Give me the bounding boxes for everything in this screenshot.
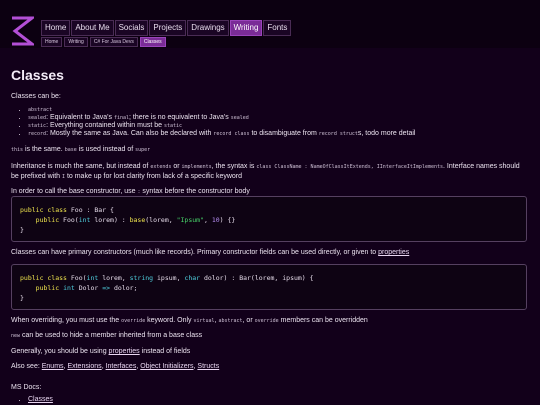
this-base-paragraph: this is the same. base is used instead o… <box>11 146 151 153</box>
list-item: abstract <box>28 106 529 114</box>
also-see-link[interactable]: Structs <box>197 363 219 370</box>
ms-docs-link[interactable]: Classes <box>28 396 53 403</box>
site-logo-icon[interactable] <box>10 16 34 46</box>
also-see-link[interactable]: Interfaces <box>106 363 137 370</box>
inheritance-paragraph: Inheritance is much the same, but instea… <box>11 163 520 180</box>
main-content-2: Classes can have primary constructors (m… <box>11 248 529 257</box>
code-line: } <box>20 226 24 234</box>
nav-item-fonts[interactable]: Fonts <box>263 20 292 36</box>
primary-constructor-paragraph: Classes can have primary constructors (m… <box>11 249 410 256</box>
nav-item-socials[interactable]: Socials <box>114 20 149 36</box>
breadcrumb-item[interactable]: Classes <box>139 37 166 47</box>
nav-item-home[interactable]: Home <box>41 20 71 36</box>
breadcrumb-item[interactable]: Home <box>41 37 63 47</box>
code-line: public class Foo(int lorem, string ipsum… <box>20 274 314 282</box>
code-line: public class Foo : Bar { <box>20 206 114 214</box>
ms-docs-label: MS Docs: <box>11 384 42 391</box>
code-line: } <box>20 294 24 302</box>
intro-text: Classes can be: <box>11 93 61 100</box>
ms-docs-list: Classes <box>11 396 529 404</box>
list-item: Classes <box>28 396 529 404</box>
also-see-label: Also see: <box>11 363 42 370</box>
nav-item-about-me[interactable]: About Me <box>71 20 114 36</box>
also-see-paragraph: Also see: Enums, Extensions, Interfaces,… <box>11 362 529 371</box>
main-content: Classes Classes can be: abstract sealed:… <box>11 66 529 197</box>
code-line: public Foo(int lorem) : base(lorem, "Ips… <box>35 216 236 224</box>
override-paragraph: When overriding, you must use the overri… <box>11 317 368 324</box>
list-item: static: Everything contained within must… <box>28 122 529 130</box>
also-see-link[interactable]: Object Initializers <box>140 363 193 370</box>
breadcrumb: Home Writing C# For Java Devs Classes <box>41 37 168 47</box>
list-item: record: Mostly the same as Java. Can als… <box>28 130 529 138</box>
also-see-link[interactable]: Extensions <box>67 363 101 370</box>
nav-item-writing[interactable]: Writing <box>229 20 263 36</box>
properties-paragraph: Generally, you should be using propertie… <box>11 348 191 355</box>
nav-item-drawings[interactable]: Drawings <box>187 20 229 36</box>
code-block-primary-constructor[interactable]: public class Foo(int lorem, string ipsum… <box>11 264 527 310</box>
code-line: public int Dolor => dolor; <box>35 284 138 292</box>
also-see-link[interactable]: Enums <box>42 363 64 370</box>
page-title: Classes <box>11 67 64 83</box>
properties-link[interactable]: properties <box>109 348 140 355</box>
breadcrumb-item[interactable]: C# For Java Devs <box>89 37 138 47</box>
main-content-3: When overriding, you must use the overri… <box>11 316 529 404</box>
code-block-base-constructor[interactable]: public class Foo : Bar { public Foo(int … <box>11 196 527 242</box>
list-item: sealed: Equivalent to Java's final; ther… <box>28 114 529 122</box>
properties-link[interactable]: properties <box>378 249 409 256</box>
breadcrumb-item[interactable]: Writing <box>64 37 88 47</box>
nav-item-projects[interactable]: Projects <box>149 20 187 36</box>
class-modifier-list: abstract sealed: Equivalent to Java's fi… <box>11 106 529 138</box>
main-nav: Home About Me Socials Projects Drawings Writi… <box>41 20 292 36</box>
new-keyword-paragraph: new can be used to hide a member inherit… <box>11 332 203 339</box>
